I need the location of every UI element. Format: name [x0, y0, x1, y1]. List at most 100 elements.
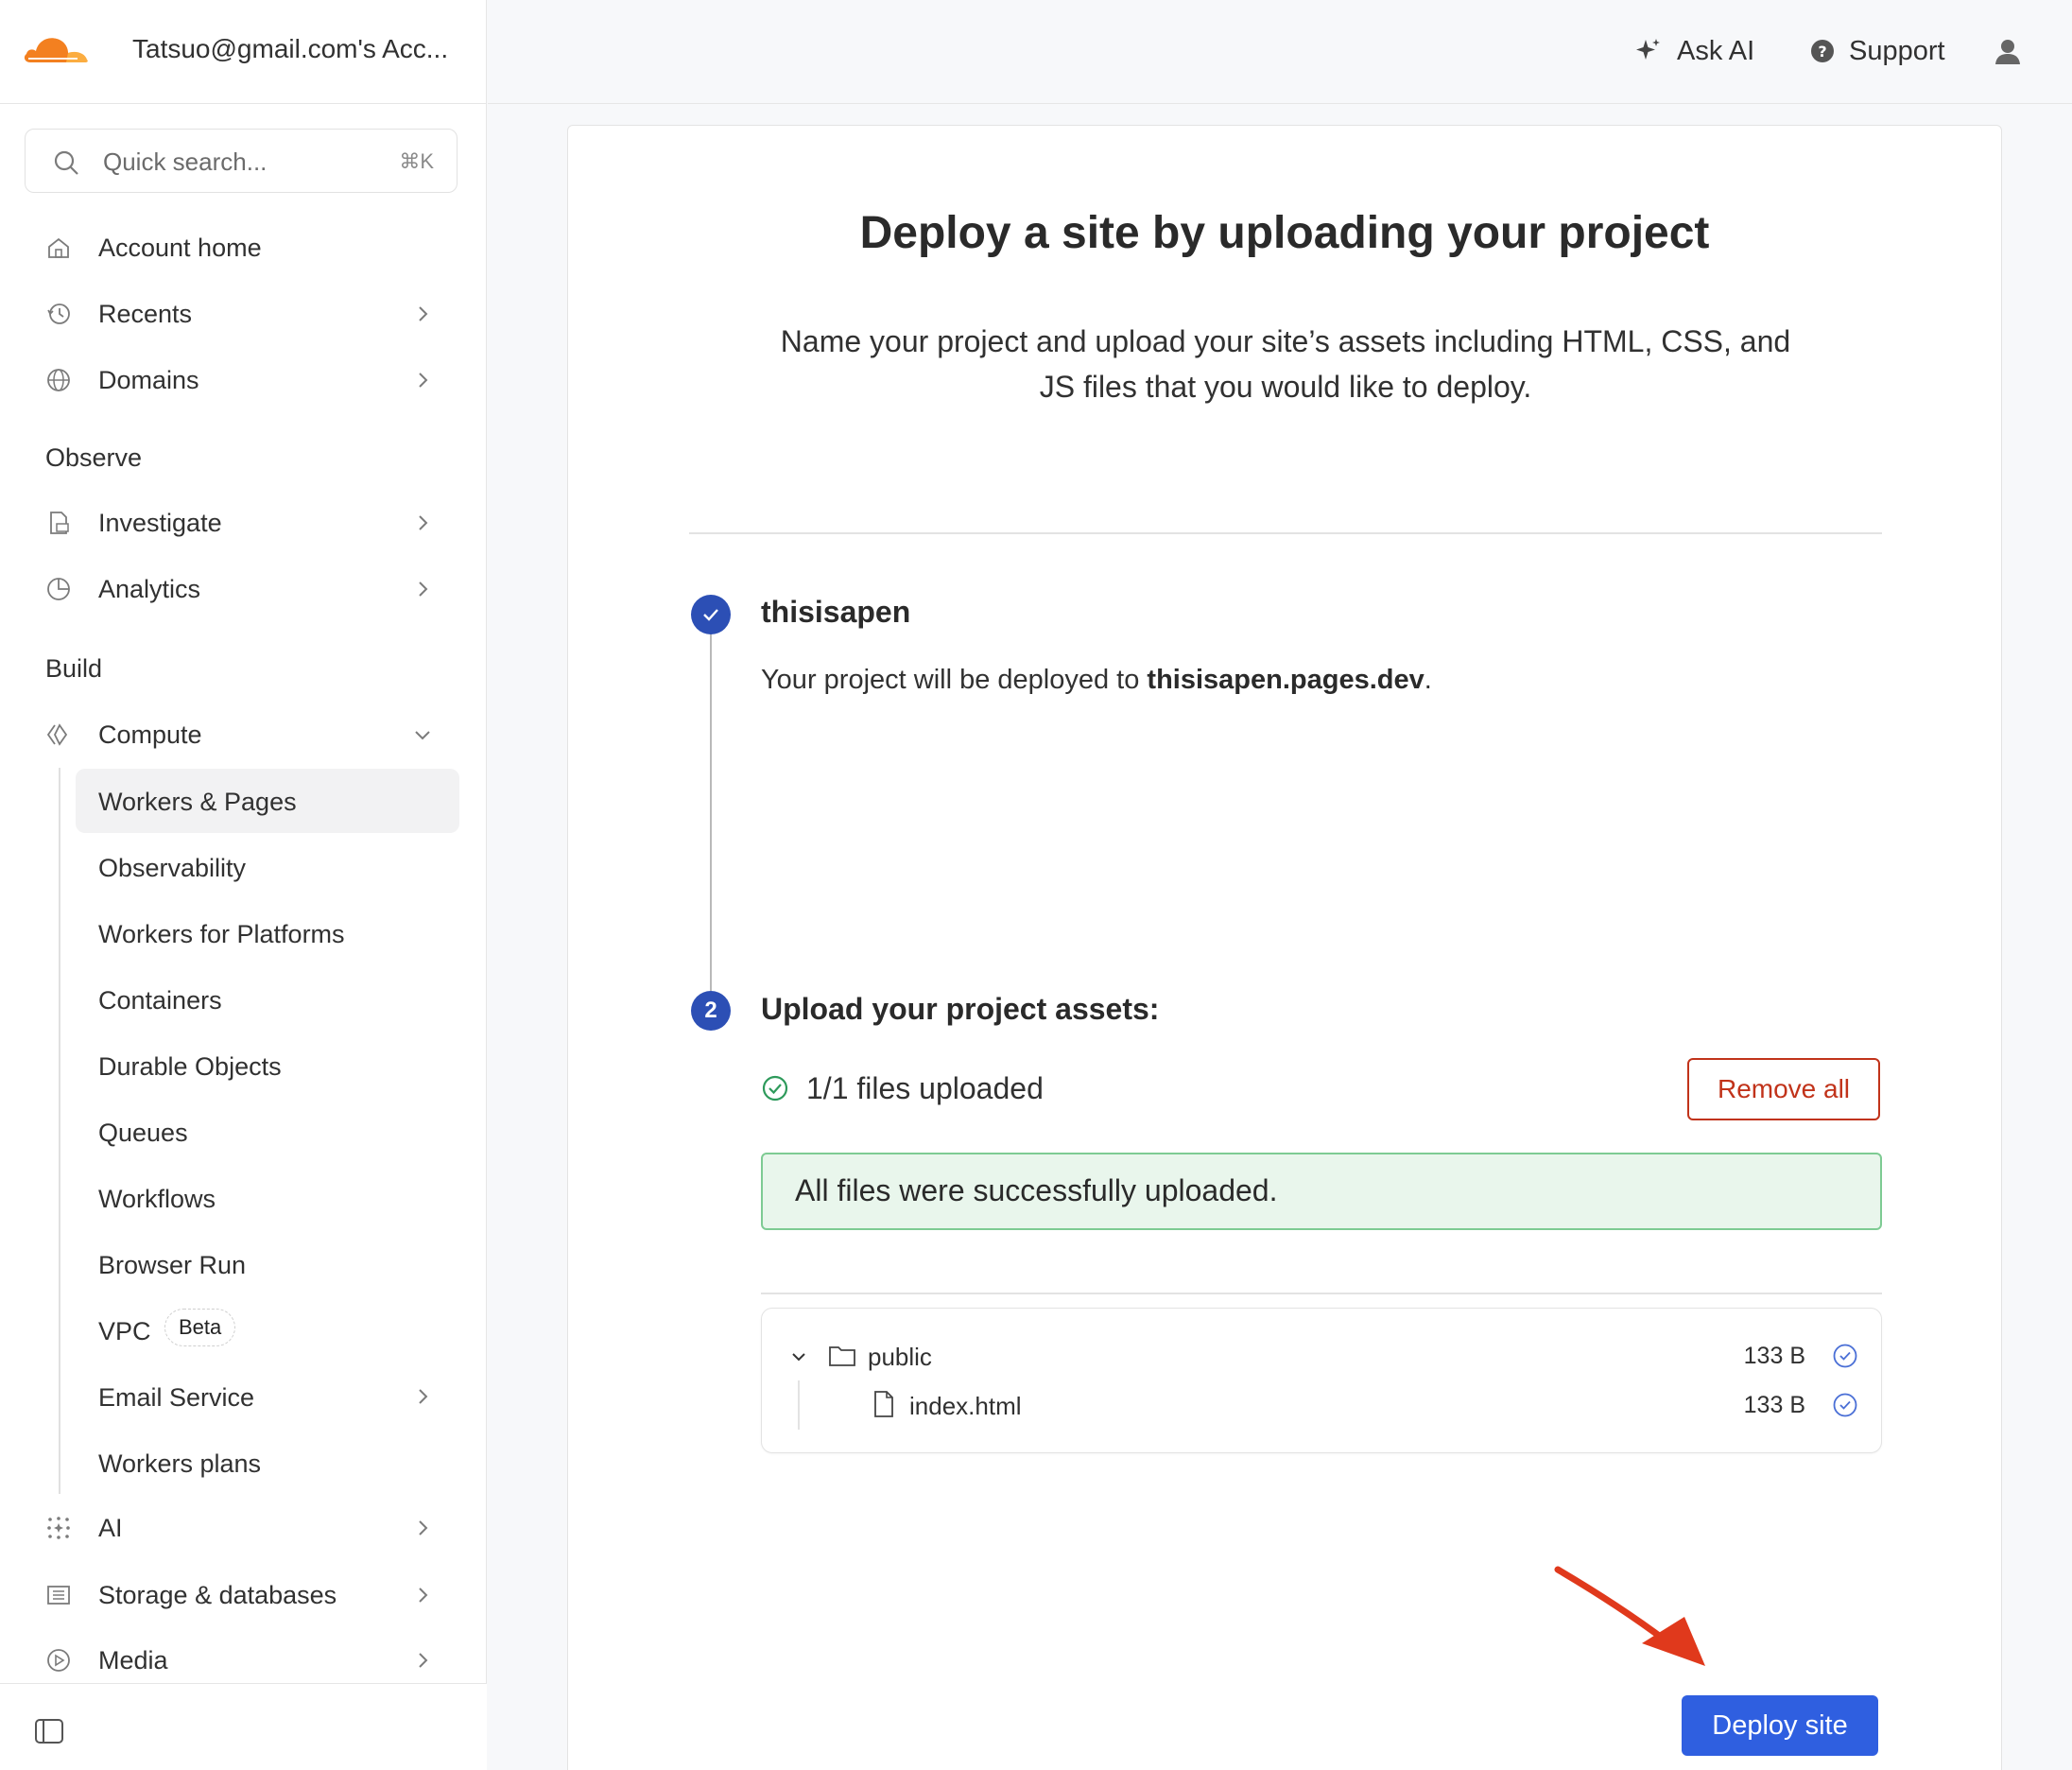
ask-ai-button[interactable]: Ask AI	[1633, 30, 1754, 72]
sidebar-item-label: Investigate	[98, 508, 222, 537]
quick-search[interactable]: Quick search... ⌘K	[25, 129, 458, 193]
sidebar-collapse-icon[interactable]	[34, 1718, 64, 1744]
success-banner: All files were successfully uploaded.	[761, 1153, 1882, 1230]
sidebar-item-label: Workflows	[98, 1185, 216, 1213]
sparkle-grid-icon	[47, 1517, 70, 1539]
project-name: thisisapen	[761, 595, 911, 629]
check-circle-icon	[1833, 1344, 1857, 1368]
account-name[interactable]: Tatsuo@gmail.com's Acc...	[132, 34, 448, 64]
sidebar-item-durable-objects[interactable]: Durable Objects	[76, 1033, 459, 1098]
sidebar-item-email-service[interactable]: Email Service	[76, 1364, 459, 1429]
sidebar-item-workers-plans[interactable]: Workers plans	[76, 1431, 459, 1495]
sidebar-item-label: Browser Run	[98, 1251, 247, 1279]
file-name: index.html	[909, 1392, 1022, 1420]
sidebar-item-label: Workers plans	[98, 1449, 262, 1478]
check-circle-icon	[1833, 1393, 1857, 1417]
deploy-site-button[interactable]: Deploy site	[1682, 1695, 1878, 1756]
file-tree: public 133 B index.html 133 B	[761, 1308, 1882, 1453]
sidebar-item-observability[interactable]: Observability	[76, 835, 459, 899]
divider	[689, 532, 1882, 534]
sidebar-item-label: Durable Objects	[98, 1052, 282, 1081]
globe-icon	[47, 369, 70, 391]
sidebar-item-analytics[interactable]: Analytics	[25, 558, 459, 620]
step-2-title: Upload your project assets:	[761, 992, 1160, 1026]
chevron-right-icon	[419, 306, 428, 321]
user-icon	[1995, 40, 2020, 64]
sidebar-item-vpc[interactable]: VPC Beta	[76, 1298, 459, 1362]
storage-icon	[47, 1586, 70, 1605]
document-search-icon	[50, 512, 69, 534]
sidebar-footer	[0, 1683, 487, 1770]
search-placeholder: Quick search...	[103, 148, 268, 176]
sidebar-item-account-home[interactable]: Account home	[25, 217, 459, 279]
chevron-right-icon	[419, 1389, 428, 1404]
file-size: 133 B	[1743, 1392, 1805, 1418]
account-header[interactable]: Tatsuo@gmail.com's Acc...	[0, 0, 487, 104]
chevron-right-icon	[419, 373, 428, 388]
sidebar: Tatsuo@gmail.com's Acc... Quick search..…	[0, 0, 487, 1770]
top-bar: Ask AI ? Support	[488, 0, 2072, 104]
support-button[interactable]: ? Support	[1809, 30, 1945, 72]
user-menu-button[interactable]	[1993, 30, 2036, 72]
cloudflare-logo[interactable]	[21, 28, 93, 66]
help-icon: ?	[1811, 40, 1834, 62]
sidebar-item-label: Media	[98, 1645, 168, 1675]
page-title: Deploy a site by uploading your project	[859, 208, 1710, 258]
sidebar-item-label: Observability	[98, 854, 247, 882]
step-1-complete-indicator	[691, 595, 731, 634]
sidebar-item-label: Containers	[98, 986, 222, 1015]
check-circle-icon	[762, 1075, 788, 1102]
support-label: Support	[1849, 35, 1945, 66]
home-icon	[48, 237, 69, 258]
compute-tree-line	[59, 768, 60, 1494]
pie-chart-icon	[47, 578, 70, 600]
sidebar-item-label: Recents	[98, 299, 193, 328]
section-build: Build	[45, 654, 103, 683]
sidebar-item-workers-pages[interactable]: Workers & Pages	[76, 769, 459, 833]
sidebar-item-storage-databases[interactable]: Storage & databases	[25, 1564, 459, 1626]
svg-text:?: ?	[1818, 43, 1826, 61]
sidebar-item-label: Queues	[98, 1119, 188, 1147]
play-icon	[47, 1649, 70, 1672]
folder-icon	[829, 1346, 855, 1366]
tree-row-file[interactable]: index.html 133 B	[762, 1386, 1881, 1424]
deploy-target-text: Your project will be deployed to thisisa…	[761, 665, 1432, 696]
chevron-right-icon	[419, 515, 428, 530]
folder-name: public	[868, 1343, 932, 1371]
sidebar-item-browser-run[interactable]: Browser Run	[76, 1232, 459, 1296]
tree-row-folder[interactable]: public 133 B	[762, 1337, 1881, 1375]
page-subtitle: Name your project and upload your site’s…	[780, 324, 1791, 404]
remove-all-button[interactable]: Remove all	[1687, 1058, 1880, 1120]
step-connector-line	[710, 613, 712, 991]
sparkle-icon	[1636, 39, 1660, 60]
chevron-down-icon	[415, 731, 430, 740]
sidebar-item-label: Storage & databases	[98, 1580, 337, 1609]
beta-badge: Beta	[164, 1309, 236, 1346]
sidebar-item-investigate[interactable]: Investigate	[25, 492, 459, 554]
upload-status-text: 1/1 files uploaded	[806, 1070, 1044, 1105]
sidebar-item-queues[interactable]: Queues	[76, 1100, 459, 1164]
chevron-right-icon	[419, 1520, 428, 1536]
annotation-arrow-icon	[1554, 1566, 1705, 1666]
sidebar-item-compute[interactable]: Compute	[25, 703, 459, 766]
chevron-right-icon	[419, 1588, 428, 1603]
section-observe: Observe	[45, 443, 143, 472]
ask-ai-label: Ask AI	[1677, 35, 1755, 66]
checkmark-icon	[703, 609, 718, 621]
chevron-down-icon[interactable]	[790, 1348, 807, 1365]
search-shortcut: ⌘K	[399, 149, 434, 173]
compute-icon	[46, 723, 68, 746]
sidebar-item-workers-for-platforms[interactable]: Workers for Platforms	[76, 901, 459, 965]
folder-size: 133 B	[1743, 1343, 1805, 1369]
sidebar-item-label: Workers for Platforms	[98, 920, 345, 948]
sidebar-item-label: VPC	[98, 1317, 151, 1345]
sidebar-item-workflows[interactable]: Workflows	[76, 1166, 459, 1230]
search-icon	[54, 150, 78, 175]
sidebar-item-containers[interactable]: Containers	[76, 967, 459, 1032]
sidebar-item-label: Account home	[98, 233, 262, 262]
sidebar-item-recents[interactable]: Recents	[25, 283, 459, 345]
sidebar-item-ai[interactable]: AI	[25, 1497, 459, 1559]
sidebar-item-label: Domains	[98, 365, 199, 394]
deploy-card: Deploy a site by uploading your project …	[567, 125, 2002, 1770]
sidebar-item-domains[interactable]: Domains	[25, 349, 459, 411]
